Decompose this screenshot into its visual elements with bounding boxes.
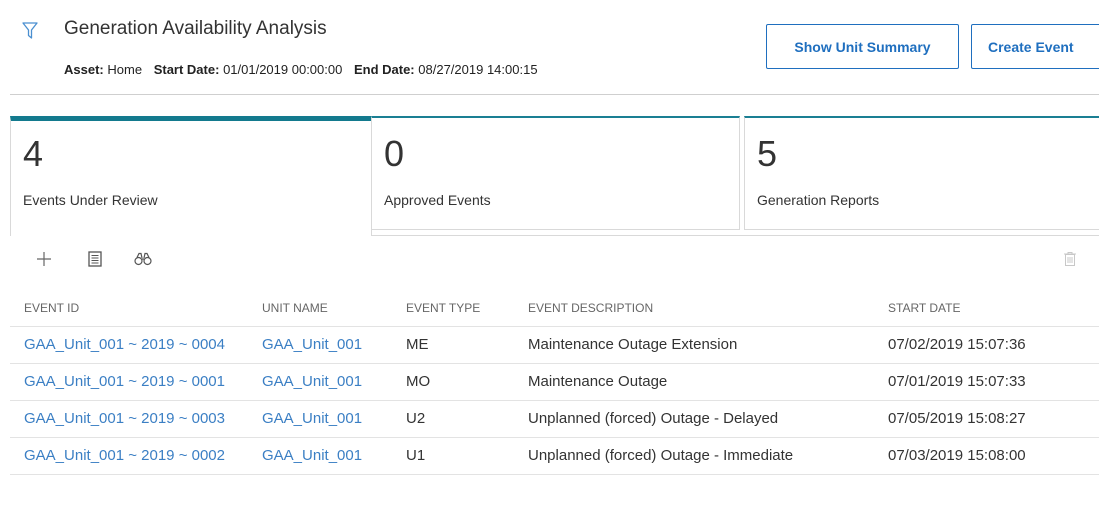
- unit-name-link[interactable]: GAA_Unit_001: [256, 400, 392, 438]
- page-title: Generation Availability Analysis: [64, 18, 327, 39]
- events-table: EVENT ID UNIT NAME EVENT TYPE EVENT DESC…: [10, 290, 1099, 475]
- tile-approved-events[interactable]: 0 Approved Events: [371, 116, 740, 230]
- table-row[interactable]: GAA_Unit_001 ~ 2019 ~ 0001 GAA_Unit_001 …: [10, 363, 1099, 401]
- table-row[interactable]: GAA_Unit_001 ~ 2019 ~ 0002 GAA_Unit_001 …: [10, 437, 1099, 475]
- event-type-cell: U1: [392, 437, 514, 475]
- event-description-cell: Unplanned (forced) Outage - Immediate: [514, 437, 874, 475]
- column-header-unit-name[interactable]: UNIT NAME: [256, 290, 392, 327]
- tile-count: 0: [384, 133, 405, 174]
- header-divider: [10, 94, 1099, 95]
- trash-icon[interactable]: [1060, 249, 1080, 269]
- create-event-button[interactable]: Create Event: [971, 24, 1099, 69]
- event-description-cell: Maintenance Outage Extension: [514, 326, 874, 364]
- start-date-cell: 07/01/2019 15:07:33: [874, 363, 1099, 401]
- event-id-link[interactable]: GAA_Unit_001 ~ 2019 ~ 0002: [10, 437, 256, 475]
- analysis-meta: Asset: Home Start Date: 01/01/2019 00:00…: [64, 62, 538, 77]
- column-header-event-description[interactable]: EVENT DESCRIPTION: [514, 290, 874, 327]
- page: Generation Availability Analysis Asset: …: [0, 0, 1099, 521]
- table-row[interactable]: GAA_Unit_001 ~ 2019 ~ 0003 GAA_Unit_001 …: [10, 400, 1099, 438]
- unit-name-link[interactable]: GAA_Unit_001: [256, 437, 392, 475]
- event-type-cell: U2: [392, 400, 514, 438]
- column-header-start-date[interactable]: START DATE: [874, 290, 1099, 327]
- tile-label: Events Under Review: [23, 192, 158, 208]
- binoculars-icon[interactable]: [133, 249, 153, 269]
- start-date-value: 01/01/2019 00:00:00: [223, 62, 343, 77]
- event-description-cell: Unplanned (forced) Outage - Delayed: [514, 400, 874, 438]
- table-header-row: EVENT ID UNIT NAME EVENT TYPE EVENT DESC…: [10, 290, 1099, 327]
- table-row[interactable]: GAA_Unit_001 ~ 2019 ~ 0004 GAA_Unit_001 …: [10, 326, 1099, 364]
- event-id-link[interactable]: GAA_Unit_001 ~ 2019 ~ 0004: [10, 326, 256, 364]
- end-date-value: 08/27/2019 14:00:15: [418, 62, 538, 77]
- start-date-cell: 07/05/2019 15:08:27: [874, 400, 1099, 438]
- asset-label: Asset:: [64, 62, 104, 77]
- tile-label: Approved Events: [384, 192, 491, 208]
- event-type-cell: MO: [392, 363, 514, 401]
- tile-divider: [372, 235, 1099, 236]
- start-date-cell: 07/03/2019 15:08:00: [874, 437, 1099, 475]
- tile-generation-reports[interactable]: 5 Generation Reports: [744, 116, 1099, 230]
- event-type-cell: ME: [392, 326, 514, 364]
- start-date-cell: 07/02/2019 15:07:36: [874, 326, 1099, 364]
- end-date-label: End Date:: [353, 62, 415, 77]
- unit-name-link[interactable]: GAA_Unit_001: [256, 326, 392, 364]
- tile-count: 5: [757, 133, 778, 174]
- tile-label: Generation Reports: [757, 192, 880, 208]
- filter-icon[interactable]: [22, 22, 38, 40]
- tile-count: 4: [23, 133, 44, 174]
- tile-events-under-review[interactable]: 4 Events Under Review: [10, 116, 372, 236]
- asset-value: Home: [107, 62, 143, 77]
- document-icon[interactable]: [85, 249, 105, 269]
- start-date-label: Start Date:: [153, 62, 220, 77]
- plus-icon[interactable]: [34, 249, 54, 269]
- unit-name-link[interactable]: GAA_Unit_001: [256, 363, 392, 401]
- show-unit-summary-button[interactable]: Show Unit Summary: [766, 24, 959, 69]
- event-description-cell: Maintenance Outage: [514, 363, 874, 401]
- column-header-event-id[interactable]: EVENT ID: [10, 290, 256, 327]
- event-id-link[interactable]: GAA_Unit_001 ~ 2019 ~ 0003: [10, 400, 256, 438]
- event-id-link[interactable]: GAA_Unit_001 ~ 2019 ~ 0001: [10, 363, 256, 401]
- column-header-event-type[interactable]: EVENT TYPE: [392, 290, 514, 327]
